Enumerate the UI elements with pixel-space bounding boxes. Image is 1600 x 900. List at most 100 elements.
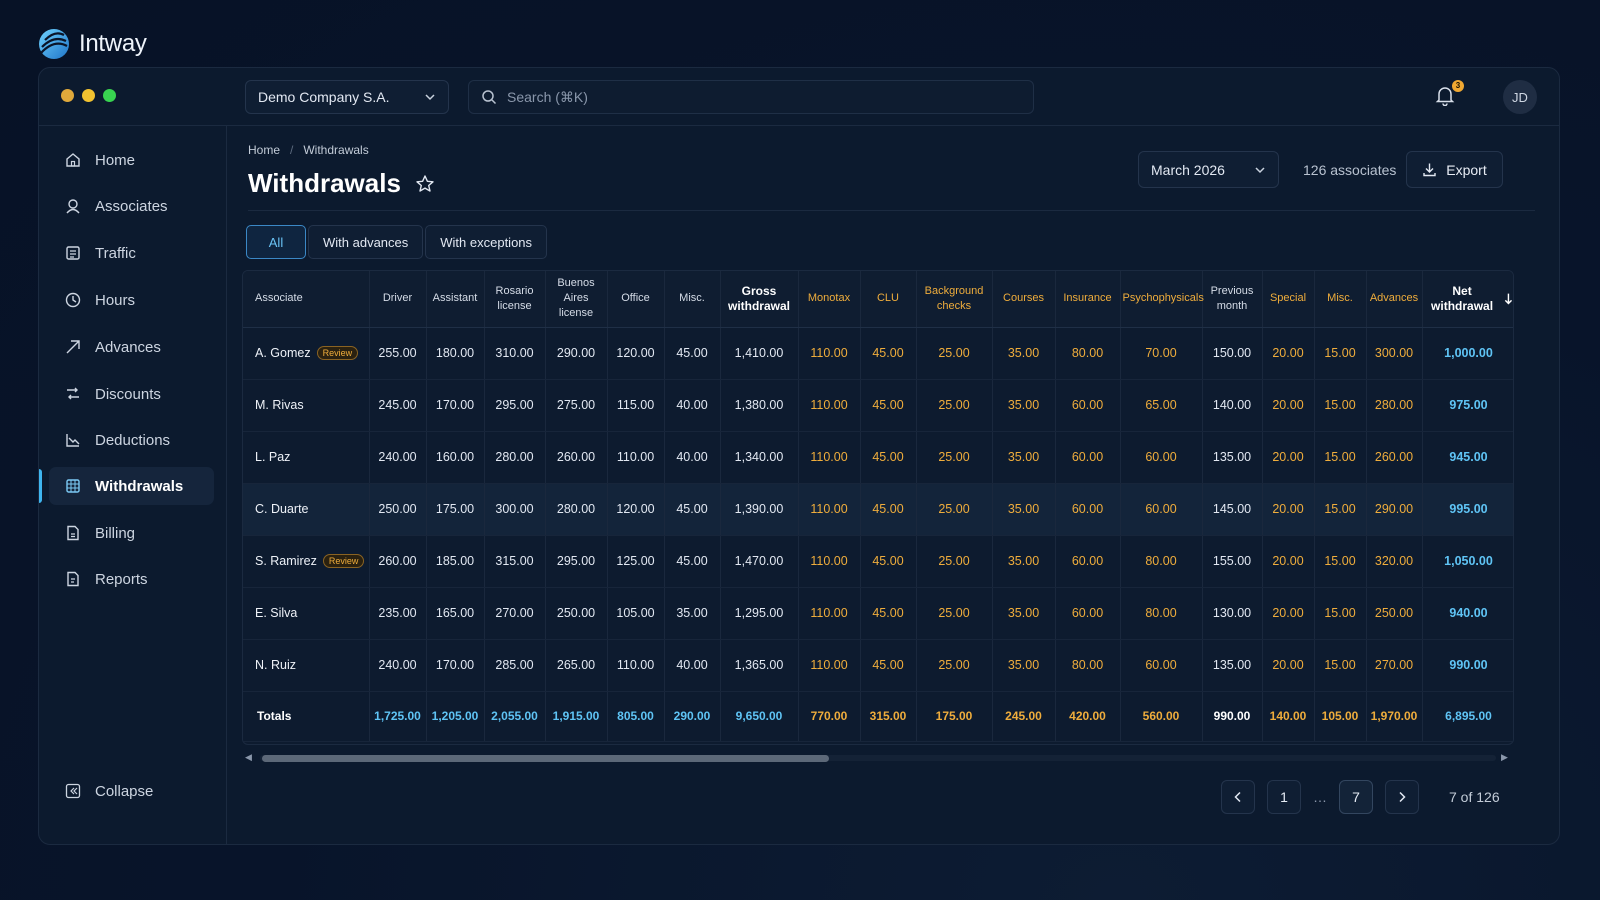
advances-icon: [65, 339, 81, 355]
scroll-thumb[interactable]: [262, 755, 829, 762]
download-icon: [1423, 163, 1436, 177]
associates-icon: [65, 198, 81, 214]
table-row[interactable]: C. Duarte 250.00 175.00 300.00 280.00 120.00 4…: [243, 483, 1513, 536]
col-header-clu[interactable]: CLU: [860, 271, 917, 328]
col-header-advances[interactable]: Advances: [1366, 271, 1423, 328]
page-button-1[interactable]: 1: [1267, 780, 1301, 814]
sidebar-item-home[interactable]: Home: [49, 141, 214, 179]
sidebar-item-label: Deductions: [95, 431, 171, 449]
misc-deduction-cell: 15.00: [1314, 483, 1367, 536]
filter-all[interactable]: All: [246, 225, 306, 259]
associate-cell[interactable]: C. Duarte: [243, 483, 370, 536]
brand-name: Intway: [79, 30, 147, 57]
col-header-misc[interactable]: Misc.: [664, 271, 721, 328]
sidebar-item-associates[interactable]: Associates: [49, 187, 214, 225]
col-header-psychophysicals[interactable]: Psychophysicals: [1120, 271, 1204, 328]
filter-with-exceptions[interactable]: With exceptions: [425, 225, 548, 259]
table-row[interactable]: L. Paz 240.00 160.00 280.00 260.00 110.00 40.0…: [243, 431, 1513, 484]
col-header-assistant[interactable]: Assistant: [426, 271, 485, 328]
page-button-7[interactable]: 7: [1339, 780, 1373, 814]
export-button[interactable]: Export: [1406, 151, 1503, 188]
associate-cell[interactable]: E. Silva: [243, 587, 370, 640]
avatar[interactable]: JD: [1503, 80, 1537, 114]
col-header-gross-withdrawal[interactable]: Gross withdrawal: [720, 271, 799, 328]
col-header-monotax[interactable]: Monotax: [798, 271, 861, 328]
col-header-driver[interactable]: Driver: [369, 271, 427, 328]
search-input[interactable]: Search (⌘K): [468, 80, 1034, 114]
notifications-button[interactable]: 3: [1434, 80, 1464, 110]
buenos-aires-license-total-cell: 1,915.00: [545, 691, 608, 742]
table-row[interactable]: E. Silva 235.00 165.00 270.00 250.00 105.00 35…: [243, 587, 1513, 640]
col-header-buenos-aires-license[interactable]: Buenos Aires license: [545, 271, 608, 328]
pagination-ellipsis: …: [1313, 789, 1327, 805]
associate-cell[interactable]: L. Paz: [243, 431, 370, 484]
window-minimize-dot[interactable]: [82, 89, 95, 102]
col-header-office[interactable]: Office: [607, 271, 665, 328]
col-header-rosario-license[interactable]: Rosario license: [484, 271, 546, 328]
misc-cell: 35.00: [664, 587, 721, 640]
sidebar-item-traffic[interactable]: Traffic: [49, 234, 214, 272]
sidebar-item-discounts[interactable]: Discounts: [49, 375, 214, 413]
col-header-courses[interactable]: Courses: [992, 271, 1056, 328]
advances-cell: 280.00: [1366, 379, 1423, 432]
table-row[interactable]: A. Gomez Review 255.00 180.00 310.00 290.00 12…: [243, 327, 1513, 380]
net-withdrawal-cell: 975.00: [1422, 379, 1513, 432]
col-header-misc-deduction[interactable]: Misc.: [1314, 271, 1367, 328]
col-header-associate[interactable]: Associate: [243, 271, 370, 328]
table-row[interactable]: M. Rivas 245.00 170.00 295.00 275.00 115.00 40…: [243, 379, 1513, 432]
insurance-cell: 60.00: [1055, 587, 1121, 640]
sidebar-item-hours[interactable]: Hours: [49, 281, 214, 319]
col-header-special[interactable]: Special: [1262, 271, 1315, 328]
background-checks-cell: 25.00: [916, 639, 993, 692]
month-selector[interactable]: March 2026: [1138, 151, 1279, 188]
assistant-cell: 160.00: [426, 431, 485, 484]
associate-cell[interactable]: A. Gomez Review: [243, 327, 370, 380]
top-bar: Demo Company S.A. Search (⌘K) 3 JD: [39, 68, 1559, 126]
assistant-cell: 185.00: [426, 535, 485, 588]
previous-month-cell: 130.00: [1202, 587, 1263, 640]
col-header-net-withdrawal[interactable]: Net withdrawal: [1422, 271, 1513, 328]
next-page-button[interactable]: [1385, 780, 1419, 814]
sidebar-item-deductions[interactable]: Deductions: [49, 421, 214, 459]
table-row[interactable]: S. Ramirez Review 260.00 185.00 315.00 295.00…: [243, 535, 1513, 588]
collapse-button[interactable]: Collapse: [49, 772, 214, 810]
filter-with-advances[interactable]: With advances: [308, 225, 424, 259]
col-header-insurance[interactable]: Insurance: [1055, 271, 1121, 328]
driver-cell: 255.00: [369, 327, 427, 380]
chevron-left-icon: [1234, 791, 1241, 803]
scroll-left-arrow-icon[interactable]: ◀: [245, 752, 255, 762]
rosario-license-total-cell: 2,055.00: [484, 691, 546, 742]
rosario-license-cell: 285.00: [484, 639, 546, 692]
rosario-license-cell: 295.00: [484, 379, 546, 432]
header-divider: [248, 210, 1535, 211]
psychophysicals-cell: 60.00: [1120, 483, 1203, 536]
associate-cell[interactable]: M. Rivas: [243, 379, 370, 432]
company-selector[interactable]: Demo Company S.A.: [245, 80, 449, 114]
previous-page-button[interactable]: [1221, 780, 1255, 814]
table-row[interactable]: N. Ruiz 240.00 170.00 285.00 265.00 110.00 40.…: [243, 639, 1513, 692]
associate-cell[interactable]: S. Ramirez Review: [243, 535, 370, 588]
previous-month-cell: 155.00: [1202, 535, 1263, 588]
special-cell: 20.00: [1262, 639, 1315, 692]
window-controls: [61, 89, 116, 102]
star-icon[interactable]: [415, 174, 435, 194]
horizontal-scrollbar[interactable]: ◀ ▶: [242, 750, 1514, 764]
driver-cell: 235.00: [369, 587, 427, 640]
scroll-right-arrow-icon[interactable]: ▶: [1501, 752, 1511, 762]
totals-row: Totals 1,725.00 1,205.00 2,055.00 1,915.00 80…: [243, 691, 1513, 742]
sidebar-item-billing[interactable]: Billing: [49, 514, 214, 552]
breadcrumb-current: Withdrawals: [303, 143, 369, 157]
breadcrumb-home[interactable]: Home: [248, 143, 280, 157]
sidebar-item-reports[interactable]: Reports: [49, 560, 214, 598]
sidebar: Home Associates Traffic Hours Advances D…: [39, 126, 227, 844]
window-close-dot[interactable]: [61, 89, 74, 102]
home-icon: [65, 152, 81, 168]
window-maximize-dot[interactable]: [103, 89, 116, 102]
col-header-previous-month[interactable]: Previous month: [1202, 271, 1263, 328]
clu-cell: 45.00: [860, 483, 917, 536]
sidebar-item-advances[interactable]: Advances: [49, 328, 214, 366]
net-withdrawal-cell: 995.00: [1422, 483, 1513, 536]
sidebar-item-withdrawals[interactable]: Withdrawals: [49, 467, 214, 505]
associate-cell[interactable]: N. Ruiz: [243, 639, 370, 692]
col-header-background-checks[interactable]: Background checks: [916, 271, 993, 328]
